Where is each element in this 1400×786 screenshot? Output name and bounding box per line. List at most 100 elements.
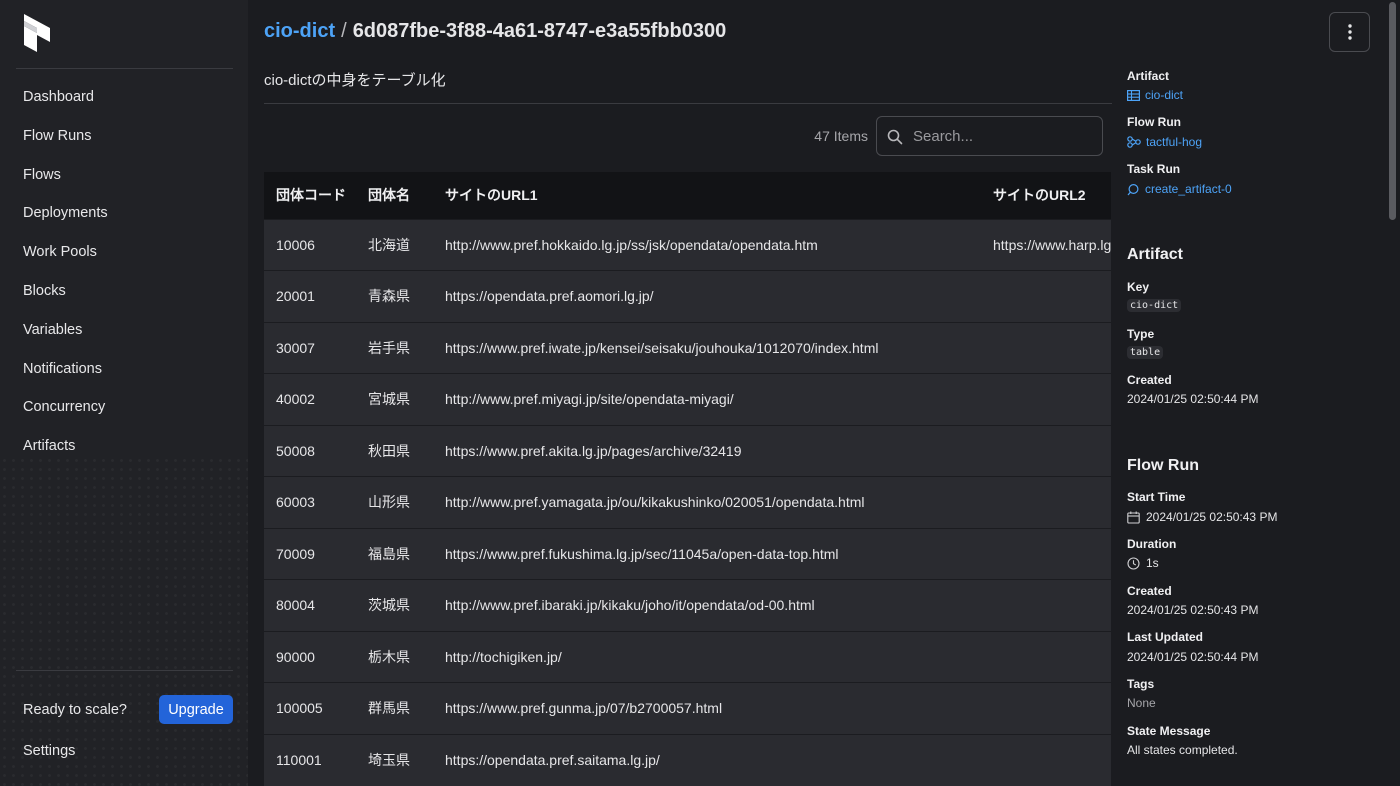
upgrade-button[interactable]: Upgrade bbox=[159, 695, 233, 724]
sidebar-item-variables[interactable]: Variables bbox=[0, 311, 248, 350]
task-run-link[interactable]: create_artifact-0 bbox=[1127, 182, 1232, 196]
fr-created-value: 2024/01/25 02:50:43 PM bbox=[1127, 603, 1259, 617]
page-title: cio-dict /6d087fbe-3f88-4a61-8747-e3a55fb… bbox=[264, 20, 726, 43]
cell-code: 90000 bbox=[276, 648, 315, 665]
cell-url2 bbox=[981, 734, 1111, 786]
cell-url1: http://www.pref.yamagata.jp/ou/kikakushi… bbox=[445, 494, 865, 511]
cell-url2 bbox=[981, 374, 1111, 426]
task-run-link-text: create_artifact-0 bbox=[1145, 182, 1232, 196]
sidebar-item-work-pools[interactable]: Work Pools bbox=[0, 233, 248, 272]
cell-url2 bbox=[981, 631, 1111, 683]
duration-value: 1s bbox=[1127, 556, 1159, 570]
cell-code: 110001 bbox=[276, 752, 322, 768]
cell-name: 山形県 bbox=[368, 494, 410, 511]
table-header-row: 団体コード 団体名 サイトのURL1 サイトのURL2 bbox=[264, 172, 1111, 219]
cell-url2 bbox=[981, 425, 1111, 477]
key-value: cio-dict bbox=[1127, 299, 1182, 312]
tags-value: None bbox=[1127, 696, 1156, 710]
cell-code: 80004 bbox=[276, 597, 315, 614]
table-row: 60003 山形県 http://www.pref.yamagata.jp/ou… bbox=[264, 476, 1111, 528]
search-input[interactable] bbox=[913, 117, 1098, 155]
breadcrumb-separator: / bbox=[341, 20, 347, 42]
table-row: 100005 群馬県 https://www.pref.gunma.jp/07/… bbox=[264, 682, 1111, 735]
cell-code: 20001 bbox=[276, 288, 315, 305]
artifact-id: 6d087fbe-3f88-4a61-8747-e3a55fbb0300 bbox=[352, 20, 727, 42]
sidebar-nav: Dashboard Flow Runs Flows Deployments Wo… bbox=[0, 78, 248, 466]
cell-url2: https://www.harp.lg.jp/ bbox=[993, 236, 1111, 253]
table-row: 40002 宮城県 http://www.pref.miyagi.jp/site… bbox=[264, 373, 1111, 426]
duration-text: 1s bbox=[1146, 556, 1159, 570]
artifact-section-heading: Artifact bbox=[1127, 246, 1184, 263]
scrollbar-thumb[interactable] bbox=[1389, 2, 1396, 220]
cell-url1: https://opendata.pref.saitama.lg.jp/ bbox=[445, 752, 660, 768]
created-value: 2024/01/25 02:50:44 PM bbox=[1127, 392, 1259, 406]
type-value: table bbox=[1127, 346, 1164, 359]
search-box[interactable] bbox=[876, 116, 1103, 156]
description-divider bbox=[264, 103, 1112, 104]
task-run-icon bbox=[1127, 183, 1139, 195]
sidebar-item-flow-runs[interactable]: Flow Runs bbox=[0, 117, 248, 156]
cell-name: 宮城県 bbox=[368, 391, 410, 408]
sidebar: Dashboard Flow Runs Flows Deployments Wo… bbox=[0, 0, 248, 786]
cell-name: 栃木県 bbox=[368, 648, 410, 665]
sidebar-item-artifacts[interactable]: Artifacts bbox=[0, 427, 248, 466]
cell-url1: https://www.pref.iwate.jp/kensei/seisaku… bbox=[445, 339, 879, 356]
artifact-table: 団体コード 団体名 サイトのURL1 サイトのURL2 10006 北海道 ht… bbox=[264, 172, 1111, 786]
artifact-label: Artifact bbox=[1127, 69, 1170, 83]
key-label: Key bbox=[1127, 280, 1150, 294]
table-row: 10006 北海道 http://www.pref.hokkaido.lg.jp… bbox=[264, 219, 1111, 271]
flow-run-label: Flow Run bbox=[1127, 115, 1181, 129]
start-time-text: 2024/01/25 02:50:43 PM bbox=[1146, 510, 1278, 524]
table-row: 30007 岩手県 https://www.pref.iwate.jp/kens… bbox=[264, 322, 1111, 374]
table-row: 70009 福島県 https://www.pref.fukushima.lg.… bbox=[264, 528, 1111, 580]
artifact-table-container[interactable]: 団体コード 団体名 サイトのURL1 サイトのURL2 10006 北海道 ht… bbox=[264, 172, 1111, 786]
sidebar-item-settings[interactable]: Settings bbox=[23, 743, 75, 759]
column-header-url2: サイトのURL2 bbox=[993, 187, 1086, 204]
cell-url1: https://opendata.pref.aomori.lg.jp/ bbox=[445, 288, 654, 305]
kebab-menu-icon bbox=[1347, 24, 1352, 40]
artifact-link[interactable]: cio-dict bbox=[1127, 88, 1183, 102]
breadcrumb-artifact-link[interactable]: cio-dict bbox=[264, 20, 335, 42]
last-updated-value: 2024/01/25 02:50:44 PM bbox=[1127, 650, 1259, 664]
more-options-button[interactable] bbox=[1329, 12, 1370, 52]
cell-url2 bbox=[981, 271, 1111, 323]
cell-name: 茨城県 bbox=[368, 597, 410, 614]
sidebar-item-blocks[interactable]: Blocks bbox=[0, 272, 248, 311]
sidebar-item-dashboard[interactable]: Dashboard bbox=[0, 78, 248, 117]
start-time-label: Start Time bbox=[1127, 490, 1186, 504]
tags-label: Tags bbox=[1127, 677, 1155, 691]
duration-label: Duration bbox=[1127, 537, 1177, 551]
flow-run-section-heading: Flow Run bbox=[1127, 457, 1199, 474]
page-scrollbar[interactable] bbox=[1386, 0, 1400, 786]
sidebar-item-flows[interactable]: Flows bbox=[0, 156, 248, 195]
cell-name: 群馬県 bbox=[368, 700, 410, 717]
sidebar-item-deployments[interactable]: Deployments bbox=[0, 194, 248, 233]
cell-code: 10006 bbox=[276, 236, 315, 253]
last-updated-label: Last Updated bbox=[1127, 630, 1204, 644]
table-row: 90000 栃木県 http://tochigiken.jp/ bbox=[264, 631, 1111, 683]
cell-url2 bbox=[981, 528, 1111, 580]
type-label: Type bbox=[1127, 327, 1155, 341]
cell-name: 福島県 bbox=[368, 545, 410, 562]
cell-url1: http://tochigiken.jp/ bbox=[445, 648, 562, 665]
sidebar-divider-bottom bbox=[16, 670, 233, 671]
items-count: 47 Items bbox=[814, 128, 868, 144]
task-run-label: Task Run bbox=[1127, 162, 1181, 176]
prefect-logo-icon[interactable] bbox=[24, 14, 50, 52]
sidebar-item-concurrency[interactable]: Concurrency bbox=[0, 388, 248, 427]
search-icon bbox=[887, 129, 903, 145]
cell-url2 bbox=[981, 683, 1111, 735]
cell-url2 bbox=[981, 322, 1111, 374]
flow-run-link[interactable]: tactful-hog bbox=[1127, 135, 1202, 149]
upgrade-prompt: Ready to scale? Upgrade bbox=[23, 695, 233, 724]
cell-code: 70009 bbox=[276, 545, 315, 562]
table-row: 50008 秋田県 https://www.pref.akita.lg.jp/p… bbox=[264, 425, 1111, 477]
table-row: 20001 青森県 https://opendata.pref.aomori.l… bbox=[264, 270, 1111, 323]
sidebar-item-notifications[interactable]: Notifications bbox=[0, 350, 248, 389]
created-label: Created bbox=[1127, 373, 1172, 387]
cell-name: 青森県 bbox=[368, 288, 410, 305]
cell-name: 岩手県 bbox=[368, 339, 410, 356]
clock-icon bbox=[1127, 556, 1140, 570]
cell-url2 bbox=[981, 580, 1111, 632]
cell-name: 埼玉県 bbox=[368, 752, 410, 768]
